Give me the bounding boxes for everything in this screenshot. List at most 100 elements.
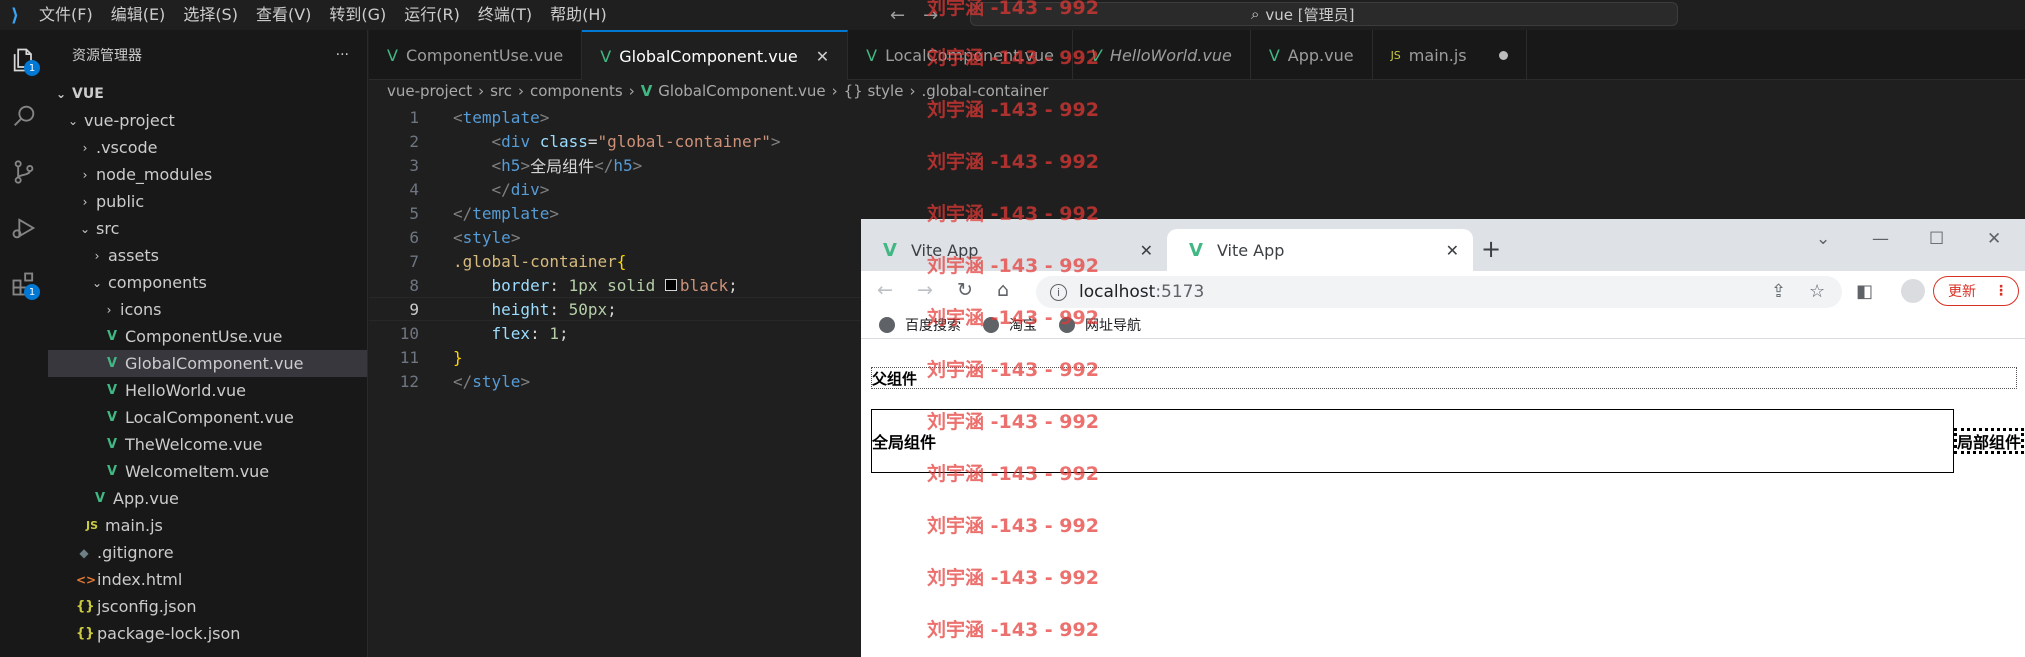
kebab-menu-icon: ⋮ [1994, 283, 2008, 299]
back-arrow-icon[interactable]: ← [877, 279, 893, 301]
tree-folder-vue-project[interactable]: ⌄ vue-project [48, 107, 367, 134]
tree-folder-components[interactable]: ⌄ components [48, 269, 367, 296]
tree-label: package-lock.json [97, 624, 241, 643]
tree-file-welcomeitem[interactable]: V WelcomeItem.vue [48, 458, 367, 485]
bookmark-baidu[interactable]: 百度搜索 [879, 315, 961, 335]
run-debug-icon[interactable] [0, 204, 48, 252]
tree-file-package-lock[interactable]: {} package-lock.json [48, 620, 367, 647]
bookmark-label: 淘宝 [1009, 317, 1037, 334]
new-tab-icon[interactable]: + [1481, 235, 1501, 263]
activity-bar: 1 1 [0, 30, 48, 657]
tree-folder-vscode[interactable]: › .vscode [48, 134, 367, 161]
tab-main-js[interactable]: JS main.js [1373, 30, 1527, 80]
color-swatch-icon[interactable] [664, 279, 677, 291]
back-arrow-icon[interactable]: ← [890, 5, 905, 26]
tree-folder-icons[interactable]: › icons [48, 296, 367, 323]
explorer-icon[interactable]: 1 [0, 36, 48, 84]
explorer-title: 资源管理器 [72, 48, 142, 64]
unsaved-dot-icon[interactable] [1498, 50, 1508, 60]
update-button[interactable]: 更新 ⋮ [1933, 276, 2019, 306]
profile-avatar[interactable] [1901, 279, 1925, 303]
menu-edit[interactable]: 编辑(E) [102, 0, 175, 30]
tree-folder-node-modules[interactable]: › node_modules [48, 161, 367, 188]
code-line: 1 < template > [369, 105, 2025, 129]
tab-componentuse[interactable]: V ComponentUse.vue [369, 30, 583, 80]
menu-go[interactable]: 转到(G) [320, 0, 395, 30]
menu-help[interactable]: 帮助(H) [541, 0, 616, 30]
line-number: 4 [409, 179, 419, 199]
line-number: 7 [409, 251, 419, 271]
breadcrumb-item[interactable]: {} style [844, 82, 904, 100]
update-button-label: 更新 [1948, 284, 1976, 300]
menu-view[interactable]: 查看(V) [247, 0, 320, 30]
tree-label: public [96, 192, 145, 211]
maximize-icon[interactable]: ☐ [1929, 229, 1944, 249]
tree-file-index-html[interactable]: <> index.html [48, 566, 367, 593]
line-number: 1 [409, 107, 419, 127]
extensions-badge: 1 [24, 284, 40, 300]
extensions-icon[interactable]: 1 [0, 260, 48, 308]
tree-file-localcomponent[interactable]: V LocalComponent.vue [48, 404, 367, 431]
tree-folder-public[interactable]: › public [48, 188, 367, 215]
tree-file-globalcomponent[interactable]: V GlobalComponent.vue [48, 350, 367, 377]
url-host: localhost [1079, 282, 1156, 302]
tab-globalcomponent[interactable]: V GlobalComponent.vue ✕ [582, 30, 849, 80]
code-line: 3 < h5 > 全局组件 </h5 > [369, 153, 2025, 177]
tab-app[interactable]: V App.vue [1251, 30, 1373, 80]
line-number: 2 [409, 131, 419, 151]
tree-file-gitignore[interactable]: ◆ .gitignore [48, 539, 367, 566]
command-center-search[interactable]: ⌕ vue [管理员] [970, 2, 1678, 26]
home-icon[interactable]: ⌂ [997, 279, 1009, 301]
close-window-icon[interactable]: ✕ [1987, 229, 2001, 249]
menu-selection[interactable]: 选择(S) [174, 0, 247, 30]
menu-terminal[interactable]: 终端(T) [469, 0, 541, 30]
tree-label: vue-project [84, 111, 175, 130]
close-tab-icon[interactable]: ✕ [1140, 241, 1153, 260]
tree-file-main-js[interactable]: JS main.js [48, 512, 367, 539]
forward-arrow-icon[interactable]: → [923, 5, 938, 26]
tab-helloworld[interactable]: V HelloWorld.vue [1073, 30, 1251, 80]
browser-tab-active[interactable]: V Vite App ✕ [1167, 229, 1473, 271]
address-bar[interactable]: i localhost:5173 [1036, 276, 1842, 308]
workspace-root[interactable]: ⌄ VUE [48, 80, 367, 107]
reload-icon[interactable]: ↻ [957, 279, 973, 301]
tree-folder-src[interactable]: ⌄ src [48, 215, 367, 242]
tree-file-jsconfig[interactable]: {} jsconfig.json [48, 593, 367, 620]
tree-folder-assets[interactable]: › assets [48, 242, 367, 269]
html-file-icon: <> [76, 572, 97, 587]
tree-label: index.html [97, 570, 183, 589]
search-view-icon[interactable] [0, 92, 48, 140]
bookmark-taobao[interactable]: 淘宝 [983, 315, 1037, 335]
tree-file-thewelcome[interactable]: V TheWelcome.vue [48, 431, 367, 458]
bookmark-nav[interactable]: 网址导航 [1059, 315, 1141, 335]
minimize-icon[interactable]: — [1872, 229, 1889, 249]
tab-label: main.js [1408, 45, 1467, 65]
tree-label: node_modules [96, 165, 213, 184]
forward-arrow-icon[interactable]: → [917, 279, 933, 301]
tab-localcomponent[interactable]: V LocalComponent.vue [848, 30, 1073, 80]
breadcrumb-item[interactable]: src [490, 82, 512, 100]
bookmark-star-icon[interactable]: ☆ [1809, 281, 1825, 302]
tree-file-helloworld[interactable]: V HelloWorld.vue [48, 377, 367, 404]
breadcrumb-item[interactable]: .global-container [921, 82, 1048, 100]
close-tab-icon[interactable]: ✕ [1446, 241, 1459, 260]
breadcrumb-item[interactable]: components [530, 82, 623, 100]
tree-file-app[interactable]: V App.vue [48, 485, 367, 512]
tab-search-icon[interactable]: ⌄ [1816, 229, 1830, 249]
breadcrumb-item[interactable]: vue-project [387, 82, 472, 100]
explorer-badge: 1 [24, 60, 40, 76]
vue-file-icon: V [106, 410, 118, 425]
site-info-icon[interactable]: i [1050, 283, 1067, 301]
share-icon[interactable]: ⇪ [1771, 281, 1786, 302]
side-panel-icon[interactable]: ◧ [1856, 281, 1873, 302]
code-token: black [679, 275, 729, 295]
close-icon[interactable]: ✕ [816, 47, 829, 66]
menu-run[interactable]: 运行(R) [395, 0, 469, 30]
tree-file-componentuse[interactable]: V ComponentUse.vue [48, 323, 367, 350]
more-actions-icon[interactable]: ··· [336, 47, 349, 63]
menu-file[interactable]: 文件(F) [30, 0, 102, 30]
chevron-right-icon: › [106, 302, 112, 317]
browser-tab[interactable]: V Vite App ✕ [861, 229, 1167, 271]
source-control-icon[interactable] [0, 148, 48, 196]
breadcrumb-item[interactable]: GlobalComponent.vue [658, 82, 825, 100]
